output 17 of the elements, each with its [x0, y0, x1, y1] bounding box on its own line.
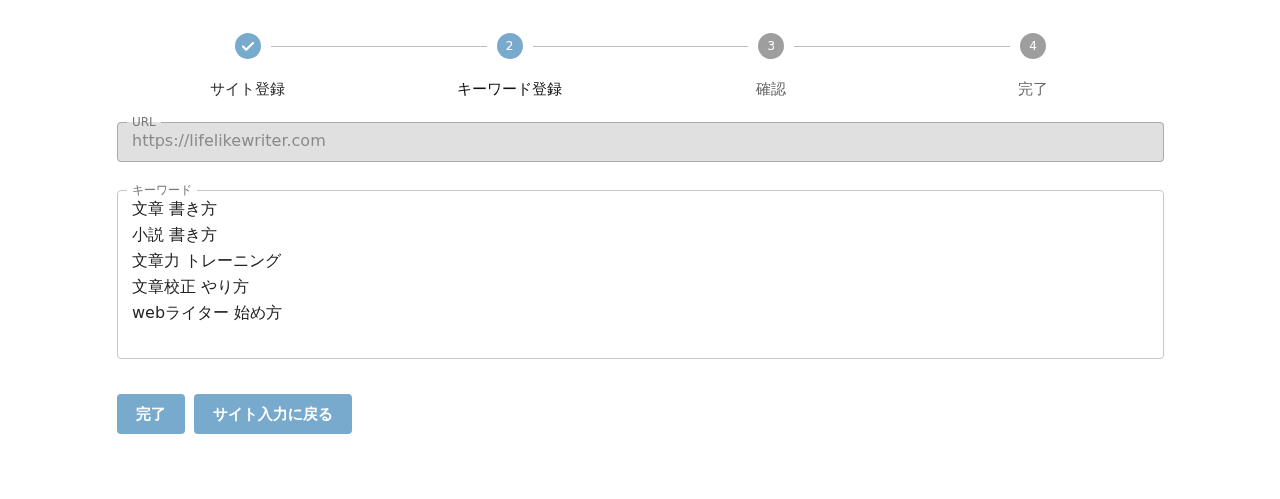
field-label: キーワード — [131, 184, 193, 196]
keyword-line: 文章校正 やり方 — [132, 276, 250, 298]
step-number: 4 — [1020, 33, 1047, 59]
field-label: URL — [131, 116, 157, 128]
keyword-line: 小説 書き方 — [132, 224, 218, 246]
step-label: キーワード登録 — [457, 79, 563, 99]
step-label: サイト登録 — [210, 79, 286, 99]
back-button[interactable]: サイト入力に戻る — [194, 394, 352, 434]
step-number: 3 — [758, 33, 785, 59]
keyword-line: 文章力 トレーニング — [132, 250, 282, 272]
keyword-field[interactable]: キーワード 文章 書き方 小説 書き方 文章力 トレーニング 文章校正 やり方 webライター 始め方 — [117, 184, 1164, 359]
finish-button[interactable]: 完了 — [117, 394, 185, 434]
step-label: 確認 — [756, 79, 787, 99]
step-label: 完了 — [1018, 79, 1049, 99]
keyword-line: webライター 始め方 — [132, 302, 283, 324]
keyword-line: 文章 書き方 — [132, 198, 218, 220]
step-number: 2 — [496, 33, 523, 59]
